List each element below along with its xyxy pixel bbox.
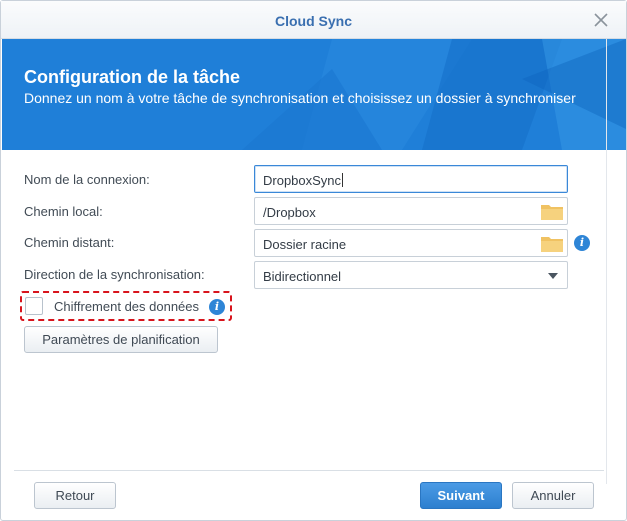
folder-icon[interactable] bbox=[540, 201, 564, 221]
local-path-label: Chemin local: bbox=[24, 204, 103, 219]
chevron-down-icon bbox=[548, 273, 558, 279]
sync-direction-select[interactable]: Bidirectionnel bbox=[254, 261, 568, 289]
remote-path-value: Dossier racine bbox=[263, 237, 347, 252]
cancel-button[interactable]: Annuler bbox=[512, 482, 594, 509]
close-icon[interactable] bbox=[592, 11, 610, 29]
remote-path-input[interactable]: Dossier racine bbox=[254, 229, 568, 257]
text-caret bbox=[342, 173, 344, 187]
schedule-settings-button[interactable]: Paramètres de planification bbox=[24, 326, 218, 353]
remote-path-label: Chemin distant: bbox=[24, 235, 115, 250]
connection-name-label: Nom de la connexion: bbox=[24, 172, 150, 187]
banner-title: Configuration de la tâche bbox=[24, 67, 241, 87]
remote-path-info-icon[interactable]: i bbox=[574, 235, 590, 251]
encryption-label: Chiffrement des données bbox=[54, 299, 200, 314]
sync-direction-label: Direction de la synchronisation: bbox=[24, 267, 205, 282]
sync-direction-value: Bidirectionnel bbox=[263, 269, 342, 284]
encryption-checkbox[interactable] bbox=[25, 297, 43, 315]
scroll-edge bbox=[606, 39, 607, 484]
local-path-value: /Dropbox bbox=[263, 205, 316, 220]
back-button[interactable]: Retour bbox=[34, 482, 116, 509]
local-path-input[interactable]: /Dropbox bbox=[254, 197, 568, 225]
banner-subtitle: Donnez un nom à votre tâche de synchroni… bbox=[24, 90, 576, 106]
next-button[interactable]: Suivant bbox=[420, 482, 502, 509]
folder-icon[interactable] bbox=[540, 233, 564, 253]
header-banner: Configuration de la tâche Donnez un nom … bbox=[2, 39, 626, 150]
window-title: Cloud Sync bbox=[274, 13, 352, 29]
footer-divider bbox=[14, 470, 604, 471]
title-bar: Cloud Sync bbox=[1, 1, 626, 39]
connection-name-value: DropboxSync bbox=[263, 173, 342, 188]
connection-name-input[interactable]: DropboxSync bbox=[254, 165, 568, 193]
cloud-sync-dialog: Cloud Sync Configuration de la tâche Don… bbox=[0, 0, 627, 521]
encryption-info-icon[interactable]: i bbox=[209, 299, 225, 315]
